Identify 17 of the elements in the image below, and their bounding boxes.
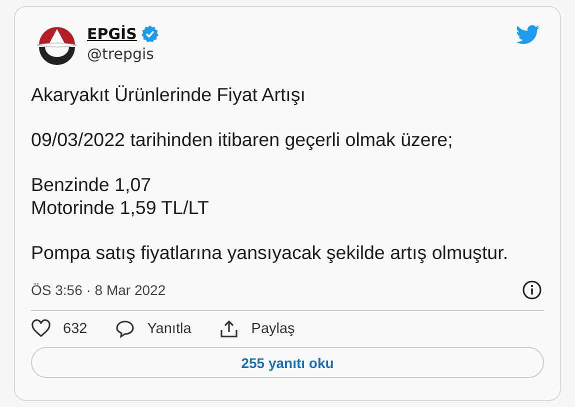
share-icon [219,319,240,339]
account-name[interactable]: EPGİS [87,25,137,43]
heart-icon [31,319,51,339]
tweet-text: 09/03/2022 tarihinden itibaren geçerli olmak üzere; [31,128,454,151]
timestamp[interactable]: ÖS 3:56 · 8 Mar 2022 [31,282,166,298]
read-replies-button[interactable]: 255 yanıtı oku [31,347,544,378]
share-button[interactable]: Paylaş [219,319,295,339]
tweet-text: Motorinde 1,59 TL/LT [31,196,210,219]
speech-bubble-icon [115,319,136,339]
tweet-text: Akaryakıt Ürünlerinde Fiyat Artışı [31,83,307,106]
reply-button[interactable]: Yanıtla [115,319,192,339]
account-handle[interactable]: @trepgis [87,45,159,63]
like-button[interactable]: 632 [31,319,88,339]
bird-icon[interactable] [516,25,540,45]
tweet-text: Benzinde 1,07 [31,173,152,196]
tweet-text: Pompa satış fiyatlarına yansıyacak şekilde artış olmuştur. [31,241,510,264]
info-icon[interactable] [522,280,542,300]
